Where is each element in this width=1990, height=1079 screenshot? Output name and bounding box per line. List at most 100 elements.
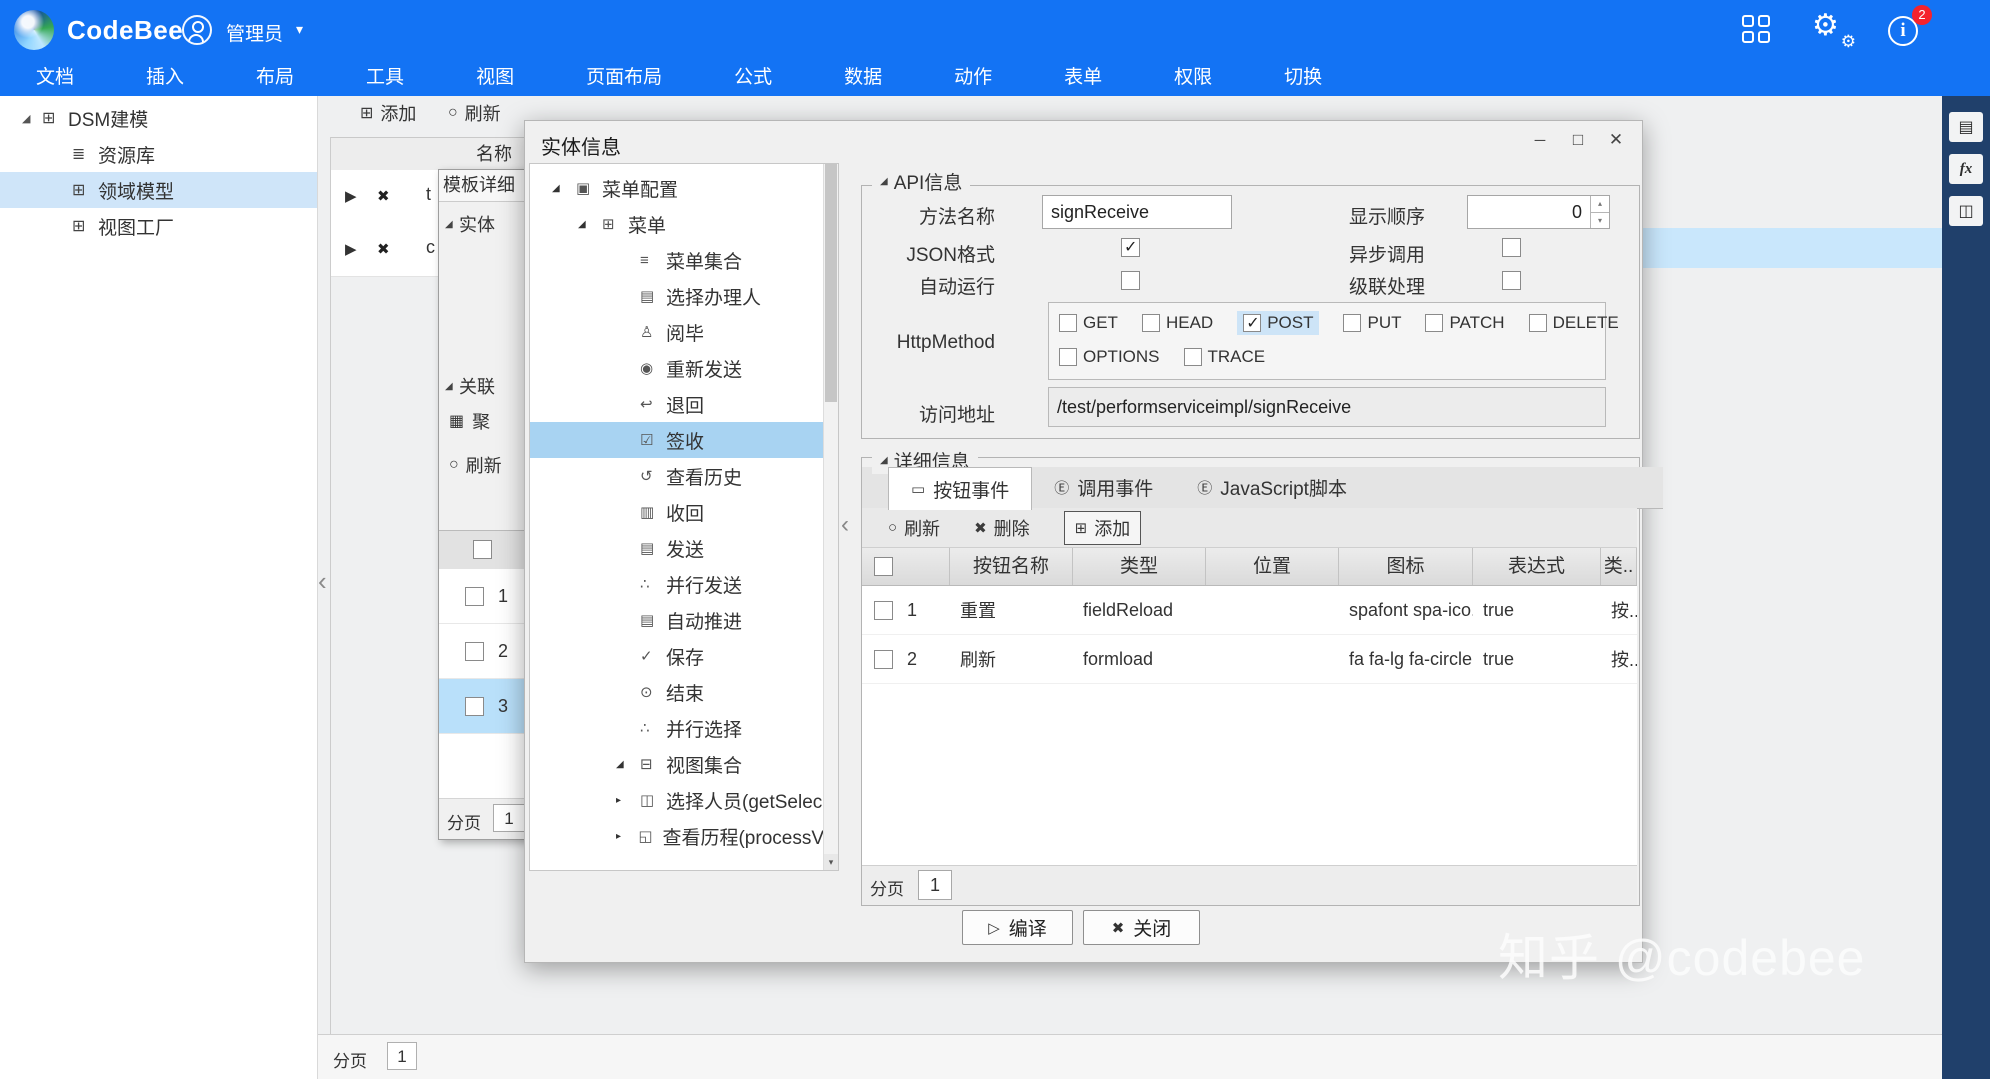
spin-up-icon[interactable]: ▴ <box>1591 196 1609 213</box>
tree-item[interactable]: ≡ 菜单集合 <box>530 242 824 278</box>
http-method-option[interactable]: DELETE <box>1529 313 1619 333</box>
play-icon[interactable]: ▶ <box>345 187 357 205</box>
page-number[interactable]: 1 <box>493 804 525 832</box>
tree-item[interactable]: ↩ 退回 <box>530 386 824 422</box>
apps-grid-icon[interactable] <box>1742 15 1772 45</box>
report-panel-button[interactable]: ▤ <box>1949 112 1983 142</box>
tree-item[interactable]: ☑ 签收 <box>530 422 824 458</box>
scrollbar-down-button[interactable]: ▾ <box>824 854 838 870</box>
expander-icon[interactable]: ◢ <box>22 112 42 125</box>
refresh-button[interactable]: ○ 刷新 <box>448 100 501 126</box>
play-icon[interactable]: ▶ <box>345 240 357 258</box>
menubar-item[interactable]: 布局 <box>220 60 330 96</box>
maximize-button[interactable]: □ <box>1564 127 1592 153</box>
method-checkbox[interactable] <box>1243 314 1261 332</box>
async-call-checkbox[interactable] <box>1502 238 1521 257</box>
menubar-item[interactable]: 表单 <box>1028 60 1138 96</box>
chevron-down-icon[interactable]: ▾ <box>296 21 303 38</box>
tree-item[interactable]: ◢ ⊟ 视图集合 <box>530 746 824 782</box>
method-checkbox[interactable] <box>1059 314 1077 332</box>
aggregate-item[interactable]: ▦ 聚 <box>449 408 490 434</box>
tree-item[interactable]: ✓ 保存 <box>530 638 824 674</box>
method-name-input[interactable]: signReceive <box>1042 195 1232 229</box>
settings-gears-icon[interactable]: ⚙ ⚙ <box>1812 8 1856 52</box>
delete-icon[interactable]: ✖ <box>377 187 390 205</box>
minimize-button[interactable]: ─ <box>1526 127 1554 153</box>
user-avatar-icon[interactable] <box>182 15 212 45</box>
splitter-collapse-handle[interactable]: ‹ <box>318 566 327 597</box>
refresh-button[interactable]: ○ 刷新 <box>888 515 940 541</box>
http-method-option[interactable]: PATCH <box>1425 313 1504 333</box>
expander-icon[interactable]: ▸ <box>616 795 640 806</box>
menubar-item[interactable]: 工具 <box>330 60 440 96</box>
tree-collapse-handle[interactable]: ‹ <box>841 511 849 539</box>
refresh-button[interactable]: ○ 刷新 <box>449 452 502 478</box>
tree-item[interactable]: ▤ 自动推进 <box>530 602 824 638</box>
method-checkbox[interactable] <box>1425 314 1443 332</box>
menubar-item[interactable]: 页面布局 <box>550 60 698 96</box>
menubar-item[interactable]: 插入 <box>110 60 220 96</box>
compile-button[interactable]: ▷ 编译 <box>962 910 1073 945</box>
delete-icon[interactable]: ✖ <box>377 240 390 258</box>
tree-item[interactable]: ▥ 收回 <box>530 494 824 530</box>
method-checkbox[interactable] <box>1142 314 1160 332</box>
http-method-option[interactable]: GET <box>1059 313 1118 333</box>
http-method-option[interactable]: PUT <box>1343 313 1401 333</box>
tab[interactable]: Ⓔ JavaScript脚本 <box>1175 467 1369 508</box>
scrollbar-thumb[interactable] <box>825 164 837 402</box>
close-button[interactable]: ✕ <box>1602 127 1630 153</box>
method-checkbox[interactable] <box>1059 348 1077 366</box>
http-method-option[interactable]: TRACE <box>1184 347 1266 367</box>
add-button[interactable]: ⊞ 添加 <box>1064 511 1142 545</box>
tree-item[interactable]: ♙ 阅毕 <box>530 314 824 350</box>
select-all-checkbox[interactable] <box>874 557 893 576</box>
row-checkbox[interactable] <box>465 587 484 606</box>
api-info-group-title[interactable]: ◢ API信息 <box>872 168 970 195</box>
cascade-checkbox[interactable] <box>1502 271 1521 290</box>
tree-item[interactable]: ◢ ▣ 菜单配置 <box>530 170 824 206</box>
tree-item[interactable]: ↺ 查看历史 <box>530 458 824 494</box>
display-order-value[interactable]: 0 <box>1468 196 1590 228</box>
tree-item[interactable]: ∴ 并行发送 <box>530 566 824 602</box>
tree-item[interactable]: ∴ 并行选择 <box>530 710 824 746</box>
select-all-checkbox[interactable] <box>473 540 492 559</box>
http-method-option[interactable]: OPTIONS <box>1059 347 1160 367</box>
menubar-item[interactable]: 权限 <box>1138 60 1248 96</box>
http-method-option[interactable]: HEAD <box>1142 313 1213 333</box>
expander-icon[interactable]: ▸ <box>616 831 638 842</box>
user-name[interactable]: 管理员 <box>226 19 283 46</box>
expander-icon[interactable]: ◢ <box>616 759 640 770</box>
tree-item[interactable]: ▤ 发送 <box>530 530 824 566</box>
menubar-item[interactable]: 动作 <box>918 60 1028 96</box>
autorun-checkbox[interactable] <box>1121 271 1140 290</box>
row-checkbox[interactable] <box>465 697 484 716</box>
close-dialog-button[interactable]: ✖ 关闭 <box>1083 910 1200 945</box>
menubar-item[interactable]: 数据 <box>808 60 918 96</box>
display-order-stepper[interactable]: 0 ▴ ▾ <box>1467 195 1610 229</box>
formula-panel-button[interactable]: fx <box>1949 154 1983 184</box>
table-row[interactable]: 2 刷新 formload fa fa-lg fa-circle... true… <box>862 635 1637 684</box>
sidebar-item[interactable]: ⊞ 视图工厂 <box>0 208 317 244</box>
tree-item[interactable]: ⊙ 结束 <box>530 674 824 710</box>
sidebar-item[interactable]: ⊞ 领域模型 <box>0 172 317 208</box>
tree-item[interactable]: ▤ 选择办理人 <box>530 278 824 314</box>
method-checkbox[interactable] <box>1343 314 1361 332</box>
tree-item[interactable]: ◉ 重新发送 <box>530 350 824 386</box>
menubar-item[interactable]: 视图 <box>440 60 550 96</box>
method-checkbox[interactable] <box>1529 314 1547 332</box>
menubar-item[interactable]: 公式 <box>698 60 808 96</box>
access-url-input[interactable]: /test/performserviceimpl/signReceive <box>1048 387 1606 427</box>
page-number[interactable]: 1 <box>387 1042 417 1070</box>
scrollbar[interactable]: ▾ <box>823 164 838 870</box>
spin-down-icon[interactable]: ▾ <box>1591 213 1609 229</box>
add-button[interactable]: ⊞ 添加 <box>360 100 416 126</box>
expander-icon[interactable]: ◢ <box>578 219 602 230</box>
tree-item[interactable]: ▸ ◱ 查看历程(processV <box>530 818 824 854</box>
menubar-item[interactable]: 切换 <box>1248 60 1358 96</box>
json-format-checkbox[interactable] <box>1121 238 1140 257</box>
sidebar-item[interactable]: ◢ ⊞ DSM建模 <box>0 100 317 136</box>
tree-item[interactable]: ◢ ⊞ 菜单 <box>530 206 824 242</box>
method-checkbox[interactable] <box>1184 348 1202 366</box>
layers-panel-button[interactable]: ◫ <box>1949 196 1983 226</box>
tab[interactable]: Ⓔ 调用事件 <box>1032 467 1175 508</box>
